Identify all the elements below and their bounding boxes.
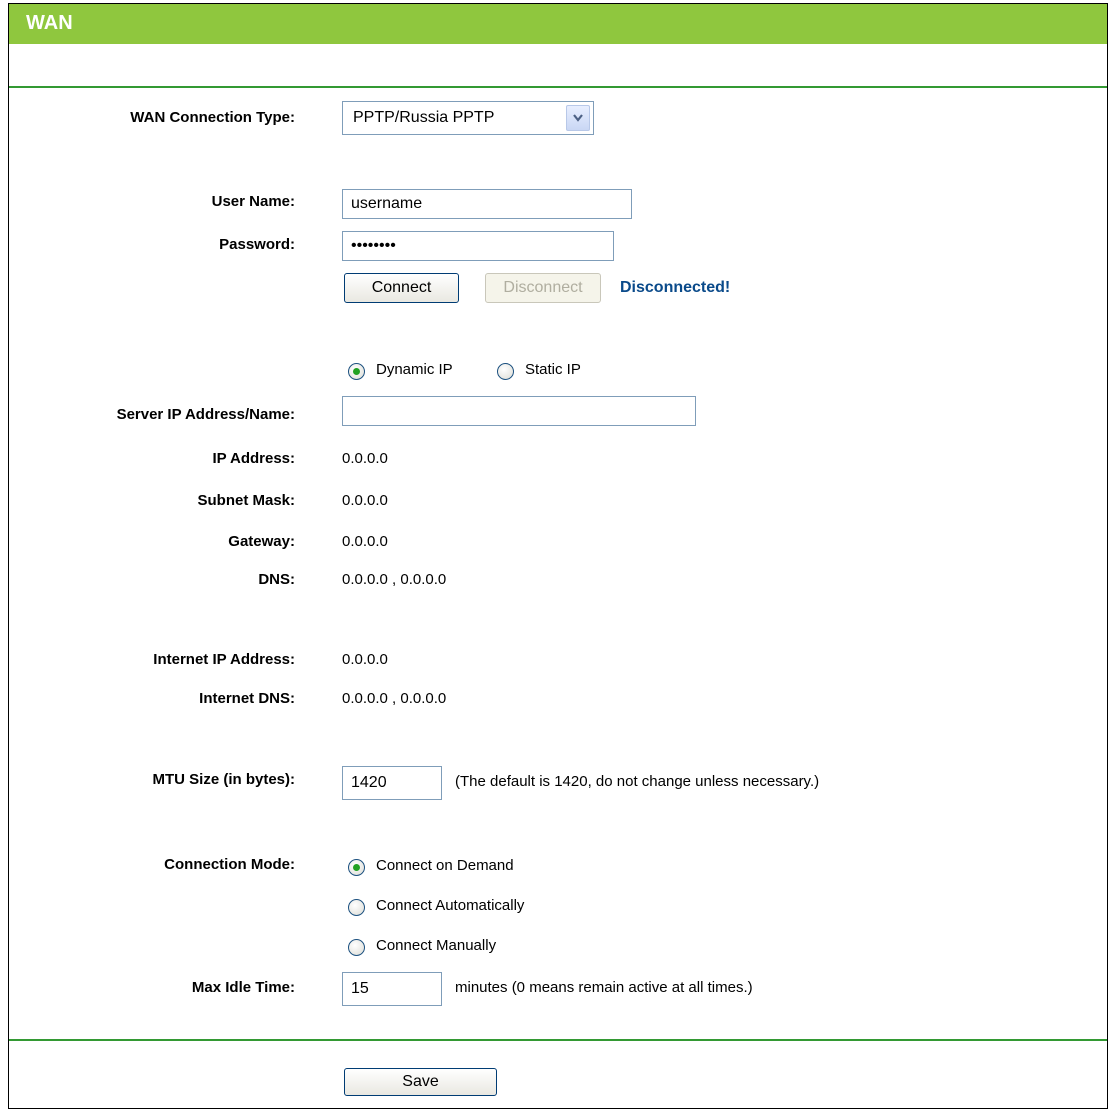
static-ip-label[interactable]: Static IP <box>525 361 581 378</box>
top-divider <box>9 86 1107 88</box>
connect-manually-label[interactable]: Connect Manually <box>376 937 496 954</box>
internet-ip-value: 0.0.0.0 <box>342 651 388 668</box>
disconnect-button[interactable]: Disconnect <box>485 273 601 303</box>
internet-dns-label: Internet DNS: <box>199 690 295 707</box>
password-label: Password: <box>219 236 295 253</box>
mtu-label: MTU Size (in bytes): <box>152 771 295 788</box>
dynamic-ip-label[interactable]: Dynamic IP <box>376 361 453 378</box>
connect-automatically-radio[interactable] <box>348 899 365 916</box>
wan-panel: WAN WAN Connection Type: PPTP/Russia PPT… <box>8 3 1108 1109</box>
chevron-down-icon[interactable] <box>566 105 590 131</box>
dns-label: DNS: <box>258 571 295 588</box>
username-input[interactable] <box>342 189 632 219</box>
bottom-divider <box>9 1039 1107 1041</box>
internet-dns-value: 0.0.0.0 , 0.0.0.0 <box>342 690 447 707</box>
header-bar: WAN <box>9 4 1107 44</box>
internet-ip-label: Internet IP Address: <box>153 651 295 668</box>
max-idle-label: Max Idle Time: <box>191 979 295 996</box>
ip-address-value: 0.0.0.0 <box>342 450 388 467</box>
connection-mode-label: Connection Mode: <box>164 856 295 873</box>
password-input[interactable] <box>342 231 614 261</box>
connection-status: Disconnected! <box>620 279 731 296</box>
save-button[interactable]: Save <box>344 1068 497 1096</box>
connection-type-value: PPTP/Russia PPTP <box>353 109 495 126</box>
server-input[interactable] <box>342 396 696 426</box>
dynamic-ip-radio[interactable] <box>348 363 365 380</box>
ip-address-label: IP Address: <box>212 450 295 467</box>
mtu-note: (The default is 1420, do not change unle… <box>455 773 820 790</box>
max-idle-note: minutes (0 means remain active at all ti… <box>455 979 753 996</box>
username-label: User Name: <box>211 193 295 210</box>
gateway-value: 0.0.0.0 <box>342 533 388 550</box>
connection-type-select[interactable]: PPTP/Russia PPTP <box>342 101 594 135</box>
server-label: Server IP Address/Name: <box>116 406 295 423</box>
connect-automatically-label[interactable]: Connect Automatically <box>376 897 524 914</box>
connection-type-label: WAN Connection Type: <box>130 109 295 126</box>
max-idle-input[interactable] <box>342 972 442 1006</box>
subnet-mask-label: Subnet Mask: <box>197 492 295 509</box>
connect-on-demand-radio[interactable] <box>348 859 365 876</box>
connect-manually-radio[interactable] <box>348 939 365 956</box>
static-ip-radio[interactable] <box>497 363 514 380</box>
connect-on-demand-label[interactable]: Connect on Demand <box>376 857 514 874</box>
gateway-label: Gateway: <box>228 533 295 550</box>
subnet-mask-value: 0.0.0.0 <box>342 492 388 509</box>
page-title: WAN <box>26 12 73 34</box>
mtu-input[interactable] <box>342 766 442 800</box>
connect-button[interactable]: Connect <box>344 273 459 303</box>
dns-value: 0.0.0.0 , 0.0.0.0 <box>342 571 447 588</box>
